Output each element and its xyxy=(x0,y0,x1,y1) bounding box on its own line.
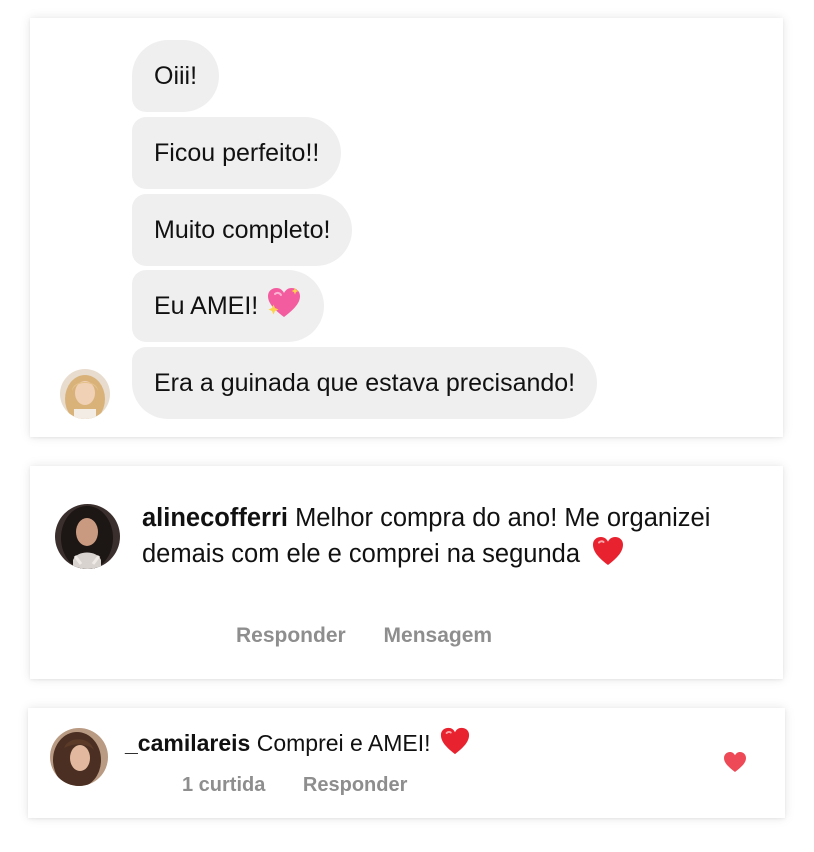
message-bubble[interactable]: Oiii! xyxy=(132,40,220,112)
like-heart-icon[interactable] xyxy=(723,751,747,773)
sender-avatar[interactable] xyxy=(60,369,110,419)
comment-body: alinecofferri Melhor compra do ano! Me o… xyxy=(142,502,742,576)
comment-text: Comprei e AMEI! xyxy=(256,730,431,757)
red-heart-icon xyxy=(439,726,471,764)
message-text: Era a guinada que estava precisando! xyxy=(154,368,576,397)
sparkling-heart-icon xyxy=(266,286,302,327)
comment-card: alinecofferri Melhor compra do ano! Me o… xyxy=(30,466,783,679)
reply-button[interactable]: Responder xyxy=(236,624,346,647)
comment-username[interactable]: _camilareis xyxy=(125,730,250,756)
comment-card: _camilareis Comprei e AMEI! 1 curtida Re… xyxy=(28,708,785,818)
red-heart-icon xyxy=(591,535,625,576)
message-button[interactable]: Mensagem xyxy=(384,624,493,647)
commenter-avatar[interactable] xyxy=(55,504,120,569)
message-text: Ficou perfeito!! xyxy=(154,138,320,167)
comment-body: _camilareis Comprei e AMEI! xyxy=(125,726,685,764)
direct-message-card: Oiii! Ficou perfeito!! Muito completo! E… xyxy=(30,18,783,437)
message-text: Oiii! xyxy=(154,61,198,90)
message-text: Muito completo! xyxy=(154,215,331,244)
message-bubble[interactable]: Era a guinada que estava precisando! xyxy=(132,347,598,419)
message-bubble[interactable]: Ficou perfeito!! xyxy=(132,117,342,189)
comment-username[interactable]: alinecofferri xyxy=(142,504,288,532)
comment-actions: Responder Mensagem xyxy=(236,624,524,648)
message-bubble[interactable]: Muito completo! xyxy=(132,194,353,266)
message-bubble[interactable]: Eu AMEI! xyxy=(132,270,325,342)
comment-actions: 1 curtida Responder xyxy=(182,774,439,797)
message-text: Eu AMEI! xyxy=(154,291,259,320)
like-count[interactable]: 1 curtida xyxy=(182,774,265,796)
commenter-avatar[interactable] xyxy=(50,728,108,786)
reply-button[interactable]: Responder xyxy=(303,774,407,796)
